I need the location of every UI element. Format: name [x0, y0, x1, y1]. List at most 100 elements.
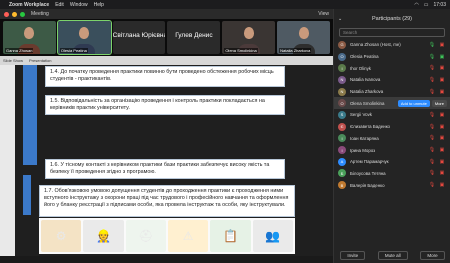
- video-off-icon[interactable]: ▣: [437, 147, 447, 153]
- mic-muted-icon[interactable]: 🎙: [427, 170, 437, 176]
- participant-row[interactable]: O Olesia Peatina 🎙 ▣: [334, 51, 450, 63]
- avatar: I: [338, 64, 346, 73]
- participant-row[interactable]: Б Білоусова Тетяна 🎙 ▣: [334, 168, 450, 180]
- video-tile[interactable]: Ganna Zhosan: [3, 21, 56, 54]
- participant-face: [79, 27, 90, 39]
- slide-item-1-7: 1.7. Обов'язковою умовою допущення студе…: [39, 185, 295, 217]
- video-tile[interactable]: Olena Smolinkina: [222, 21, 276, 54]
- slide-right-margin: [295, 65, 333, 256]
- participants-header: ⌄ Participants (29): [334, 9, 450, 28]
- minimize-window-button[interactable]: [12, 11, 17, 17]
- invite-button[interactable]: Invite: [340, 250, 366, 260]
- video-tile[interactable]: Natalia Zharkova: [277, 21, 330, 54]
- ask-to-unmute-button[interactable]: Add to unmute: [397, 99, 430, 107]
- menu-app-name[interactable]: Zoom Workplace: [9, 2, 49, 8]
- video-off-icon[interactable]: ▣: [437, 112, 447, 118]
- video-tile[interactable]: Гулев Денис: [167, 21, 221, 54]
- shared-window-tabbar: Slide Show Presentation: [0, 56, 333, 65]
- video-off-icon[interactable]: ▣: [437, 65, 447, 71]
- video-off-icon[interactable]: ▣: [437, 159, 447, 165]
- participant-name: Білоусова Тетяна: [350, 170, 386, 176]
- zoom-window-button[interactable]: [20, 11, 25, 17]
- participant-row[interactable]: I Ihor Olinyk 🎙 ▣: [334, 62, 450, 74]
- video-on-icon[interactable]: ▣: [437, 54, 447, 60]
- mic-muted-icon[interactable]: 🎙: [427, 135, 437, 141]
- participant-name: Артем Парамарчук: [350, 159, 389, 165]
- video-off-icon[interactable]: ▣: [437, 170, 447, 176]
- participant-name: Natalia Ivanova: [350, 77, 381, 83]
- video-off-icon[interactable]: ▣: [437, 89, 447, 95]
- video-off-icon[interactable]: ▣: [437, 182, 447, 188]
- video-tile-name: Світлана Юрієвна: [112, 32, 166, 39]
- avatar: G: [338, 40, 346, 49]
- more-button[interactable]: More: [420, 250, 445, 260]
- participants-search-input[interactable]: Search: [339, 28, 445, 37]
- meeting-bottom-bar: [0, 256, 333, 263]
- participant-row[interactable]: В Валерія Баденко 🎙 ▣: [334, 179, 450, 191]
- participant-name: Іоан Катаряна: [350, 135, 379, 141]
- video-tile[interactable]: Світлана Юрієвна: [112, 21, 166, 54]
- menu-bar: Zoom Workplace Edit Window Help ◠ ▭ 17:0…: [0, 0, 450, 9]
- mic-muted-icon[interactable]: 🎙: [427, 147, 437, 153]
- meeting-titlebar: Meeting View: [0, 9, 333, 19]
- video-tile-active-speaker[interactable]: Olesia Peatina: [56, 20, 112, 55]
- avatar: O: [338, 52, 346, 61]
- video-tile-name: Natalia Zharkova: [279, 48, 312, 53]
- video-off-icon[interactable]: ▣: [437, 124, 447, 130]
- chevron-down-icon[interactable]: ⌄: [338, 16, 342, 22]
- video-tile-name: Гулев Денис: [175, 32, 213, 39]
- slide-accent-bar: [23, 65, 37, 165]
- shared-screen: Slide Show Presentation 1.4. До початку …: [0, 56, 333, 256]
- mic-on-icon[interactable]: 🎙: [427, 42, 437, 48]
- shared-tab-right: Presentation: [29, 58, 52, 63]
- participant-name: Natalia Zharkova: [350, 89, 384, 95]
- menu-window[interactable]: Window: [70, 2, 88, 8]
- mic-muted-icon[interactable]: 🎙: [427, 77, 437, 83]
- participant-row[interactable]: І Іоан Катаряна 🎙 ▣: [334, 133, 450, 145]
- participants-footer: Invite Mute all More: [334, 249, 450, 261]
- participant-row[interactable]: N Natalia Ivanova 🎙 ▣: [334, 74, 450, 86]
- mic-muted-icon[interactable]: 🎙: [427, 182, 437, 188]
- avatar: Є: [338, 122, 346, 131]
- participant-name: Валерія Баденко: [350, 182, 385, 188]
- avatar: І: [338, 146, 346, 155]
- mic-muted-icon[interactable]: 🎙: [427, 65, 437, 71]
- participant-row[interactable]: А Артем Парамарчук 🎙 ▣: [334, 156, 450, 168]
- participant-face: [24, 27, 35, 39]
- participant-name: Ihor Olinyk: [350, 65, 371, 71]
- mic-on-icon[interactable]: 🎙: [427, 54, 437, 60]
- participant-row[interactable]: І Ірина Мороз 🎙 ▣: [334, 144, 450, 156]
- gears-illustration: ⚙: [41, 220, 82, 252]
- team-illustration: 👥: [252, 220, 293, 252]
- menu-help[interactable]: Help: [94, 2, 104, 8]
- close-window-button[interactable]: [4, 11, 9, 17]
- video-off-icon[interactable]: ▣: [437, 77, 447, 83]
- participant-row[interactable]: S Sergii Vovk 🎙 ▣: [334, 109, 450, 121]
- battery-icon[interactable]: ▭: [424, 2, 429, 8]
- participant-name: Ganna Zhosan (Host, me): [350, 42, 401, 48]
- mic-muted-icon[interactable]: 🎙: [427, 89, 437, 95]
- presentation-slide: 1.4. До початку проведення практики пови…: [15, 65, 295, 256]
- mic-muted-icon[interactable]: 🎙: [427, 159, 437, 165]
- shared-tab-left: Slide Show: [3, 58, 24, 63]
- participant-name: Ірина Мороз: [350, 147, 376, 153]
- participant-row[interactable]: O Olena Smolinkina Add to unmute More: [334, 97, 450, 110]
- video-off-icon[interactable]: ▣: [437, 42, 447, 48]
- slide-illustrations: ⚙ 👷 ⛑ ⚠ 📋 👥: [39, 218, 295, 254]
- mic-muted-icon[interactable]: 🎙: [427, 112, 437, 118]
- participant-row[interactable]: Є Єлизавета Баденко 🎙 ▣: [334, 121, 450, 133]
- menu-edit[interactable]: Edit: [55, 2, 64, 8]
- slide-item-1-5: 1.5. Відповідальність за організацію про…: [45, 95, 285, 115]
- video-tile-name: Ganna Zhosan: [5, 48, 34, 53]
- clock: 17:03: [433, 1, 446, 8]
- participant-more-button[interactable]: More: [431, 99, 447, 107]
- slide-item-1-6: 1.6. У тісному контакті з керівником пра…: [45, 159, 285, 179]
- avatar: O: [338, 99, 346, 108]
- mute-all-button[interactable]: Mute all: [377, 250, 408, 260]
- mic-muted-icon[interactable]: 🎙: [427, 124, 437, 130]
- participant-row[interactable]: N Natalia Zharkova 🎙 ▣: [334, 86, 450, 98]
- participant-row[interactable]: G Ganna Zhosan (Host, me) 🎙 ▣: [334, 39, 450, 51]
- video-off-icon[interactable]: ▣: [437, 135, 447, 141]
- wifi-icon[interactable]: ◠: [414, 2, 418, 8]
- view-button[interactable]: View: [318, 11, 329, 17]
